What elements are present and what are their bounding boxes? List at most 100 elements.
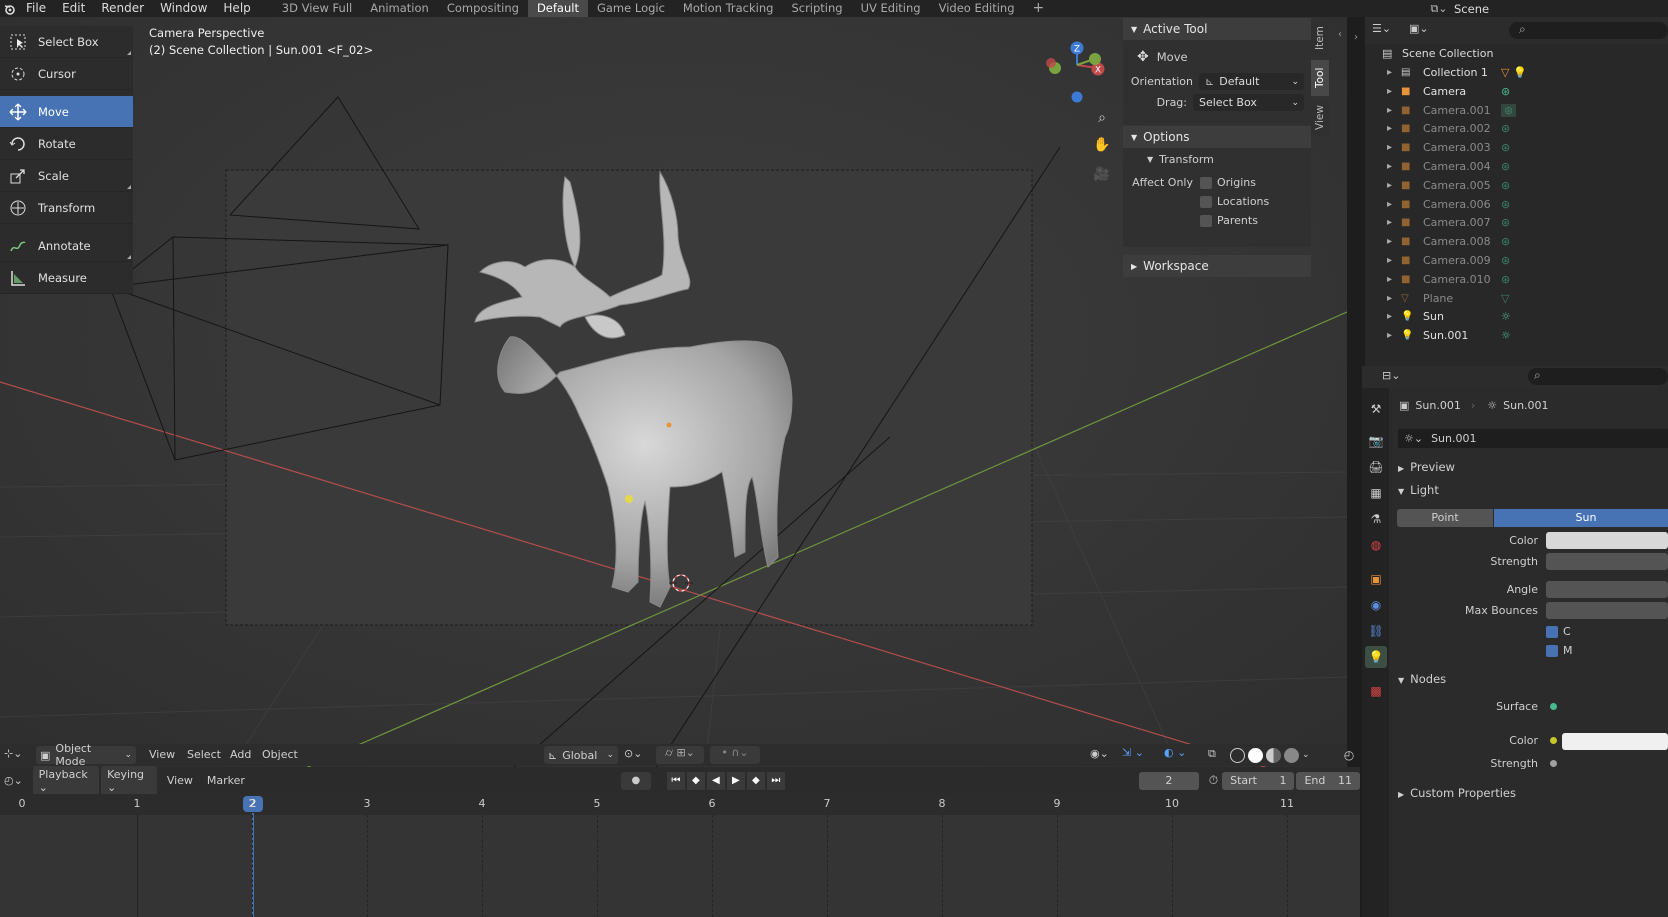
outliner-editor-type-icon[interactable]: ☰⌄ (1372, 22, 1391, 35)
expand-arrow-icon[interactable]: › (1350, 30, 1362, 44)
chevron-down-icon[interactable]: ⌄ (1302, 750, 1310, 760)
orientation-dropdown[interactable]: ⊾ Default ⌄ (1199, 73, 1304, 90)
expand-arrow-icon[interactable]: ▸ (1387, 67, 1401, 78)
custom-properties-panel-header[interactable]: ▶ Custom Properties (1398, 786, 1516, 800)
outliner-row[interactable]: ▸ 💡 Sun ☼ (1365, 307, 1668, 326)
tool-annotate[interactable]: Annotate (0, 230, 133, 262)
light-color-field[interactable] (1546, 532, 1668, 549)
tab-3d-view-full[interactable]: 3D View Full (273, 0, 361, 17)
expand-arrow-icon[interactable]: ▸ (1387, 217, 1401, 228)
strength-socket-icon[interactable] (1550, 760, 1557, 767)
view-layer-tab-icon[interactable]: ▦ (1365, 482, 1387, 504)
properties-editor-type-icon[interactable]: ⊟⌄ (1382, 369, 1400, 382)
tool-scale[interactable]: Scale (0, 160, 133, 192)
record-button[interactable]: ● (620, 771, 651, 790)
menu-object[interactable]: Object (262, 748, 298, 761)
tool-move[interactable]: Move (0, 96, 133, 128)
overlay-toggle-button[interactable]: ◐ ⌄ (1164, 746, 1202, 764)
timeline-view-menu[interactable]: View (167, 774, 193, 787)
expand-arrow-icon[interactable]: ▸ (1387, 255, 1401, 266)
tab-game-logic[interactable]: Game Logic (588, 0, 674, 17)
scene-tab-icon[interactable]: ⚗ (1365, 508, 1387, 530)
end-frame-field[interactable]: End 11 (1296, 771, 1361, 790)
pivot-point-button[interactable]: ⊙⌄ (624, 747, 652, 763)
display-mode-icon[interactable]: ▣⌄ (1409, 22, 1429, 35)
tab-motion-tracking[interactable]: Motion Tracking (674, 0, 783, 17)
tab-scripting[interactable]: Scripting (782, 0, 851, 17)
tool-measure[interactable]: Measure (0, 262, 133, 294)
light-angle-field[interactable] (1546, 581, 1668, 598)
outliner-row[interactable]: ▸ ■ Camera ⊛ (1365, 82, 1668, 101)
object-tab-icon[interactable]: ▣ (1365, 568, 1387, 590)
expand-arrow-icon[interactable]: ▸ (1387, 330, 1401, 341)
outliner-row[interactable]: ▸ ■ Camera.001 ⊛ (1365, 101, 1668, 120)
expand-arrow-icon[interactable]: ▸ (1387, 293, 1401, 304)
collapse-arrow-icon[interactable]: ‹ (1333, 27, 1347, 41)
jump-keyframe-back-icon[interactable]: ◆ (686, 771, 705, 790)
tab-item[interactable]: Item (1311, 20, 1329, 56)
expand-arrow-icon[interactable]: ▸ (1387, 161, 1401, 172)
outliner-row[interactable]: ▸ ■ Camera.010 ⊛ (1365, 270, 1668, 289)
active-tool-header[interactable]: ▼ Active Tool (1123, 18, 1311, 40)
locations-checkbox[interactable] (1200, 195, 1212, 208)
visibility-dropdown[interactable]: ◉⌄ (1090, 747, 1118, 763)
wireframe-shading-icon[interactable] (1230, 747, 1245, 763)
outliner-row[interactable]: ▸ ■ Camera.007 ⊛ (1365, 213, 1668, 232)
outliner-row[interactable]: ▸ ■ Camera.003 ⊛ (1365, 138, 1668, 157)
light-datablock-field[interactable]: ☼⌄ Sun.001 (1398, 429, 1668, 448)
editor-type-button[interactable]: ⊹⌄ (4, 747, 30, 763)
menu-edit[interactable]: Edit (54, 0, 93, 17)
outliner-row[interactable]: ▸ ▽ Plane ▽ (1365, 289, 1668, 308)
outliner-row[interactable]: ▸ ■ Camera.008 ⊛ (1365, 232, 1668, 251)
outliner-row[interactable]: ▸ ■ Camera.004 ⊛ (1365, 157, 1668, 176)
menu-add[interactable]: Add (230, 748, 251, 761)
expand-arrow-icon[interactable]: ▸ (1387, 123, 1401, 134)
preview-panel-header[interactable]: ▶ Preview (1398, 460, 1455, 474)
expand-arrow-icon[interactable]: ▸ (1387, 236, 1401, 247)
physics-tab-icon[interactable]: ◉ (1365, 594, 1387, 616)
blender-logo-icon[interactable] (2, 0, 18, 17)
light-type-sun-button[interactable]: Sun (1494, 509, 1668, 527)
outliner-row[interactable]: ▸ ■ Camera.005 ⊛ (1365, 176, 1668, 195)
light-panel-header[interactable]: ▼ Light (1398, 483, 1439, 497)
play-reverse-icon[interactable]: ◀ (706, 771, 725, 790)
expand-arrow-icon[interactable]: ▸ (1387, 105, 1401, 116)
menu-window[interactable]: Window (152, 0, 215, 17)
gizmo-toggle-button[interactable]: ⇲ ⌄ (1122, 746, 1160, 764)
nodes-panel-header[interactable]: ▼ Nodes (1398, 672, 1446, 686)
start-frame-field[interactable]: Start 1 (1222, 771, 1295, 790)
light-strength-field[interactable] (1546, 553, 1668, 570)
marker-menu[interactable]: Marker (207, 774, 245, 787)
outliner-row[interactable]: ▸ ■ Camera.006 ⊛ (1365, 195, 1668, 214)
expand-arrow-icon[interactable]: ▸ (1387, 199, 1401, 210)
stopwatch-icon[interactable]: ⏱ (1209, 773, 1218, 788)
solid-shading-icon[interactable] (1248, 747, 1263, 763)
transform-subheader[interactable]: ▼ Transform (1123, 148, 1311, 171)
zoom-icon[interactable]: ⌕ (1092, 108, 1112, 128)
jump-keyframe-forward-icon[interactable]: ◆ (746, 771, 765, 790)
multiple-importance-checkbox[interactable]: M (1546, 644, 1573, 657)
current-frame-field[interactable]: 2 (1138, 771, 1199, 790)
surface-socket-icon[interactable] (1550, 703, 1557, 710)
output-tab-icon[interactable]: 🖨 (1365, 456, 1387, 478)
outliner-search-field[interactable]: ⌕ (1509, 22, 1668, 39)
tool-select-box[interactable]: Select Box (0, 26, 133, 58)
node-color-field[interactable] (1562, 733, 1668, 750)
clock-icon[interactable]: ◴ (1340, 746, 1358, 764)
expand-arrow-icon[interactable]: ▸ (1387, 180, 1401, 191)
timeline-track-area[interactable] (0, 815, 1360, 917)
menu-file[interactable]: File (18, 0, 54, 17)
jump-end-icon[interactable]: ⏭ (766, 771, 785, 790)
outliner-row[interactable]: ▸ ■ Camera.002 ⊛ (1365, 119, 1668, 138)
pan-hand-icon[interactable]: ✋ (1092, 135, 1112, 155)
properties-search-field[interactable]: ⌕ (1528, 368, 1668, 385)
object-mode-dropdown[interactable]: ▣ Object Mode ⌄ (36, 742, 136, 768)
menu-select[interactable]: Select (187, 748, 221, 761)
play-icon[interactable]: ▶ (726, 771, 745, 790)
outliner-row[interactable]: ▸ ■ Camera.009 ⊛ (1365, 251, 1668, 270)
xray-toggle-button[interactable]: ⧉ (1208, 747, 1226, 763)
constraints-tab-icon[interactable]: ⛓ (1365, 620, 1387, 642)
snap-toggle-button[interactable]: ⌭ ⊞⌄ (656, 746, 704, 764)
tab-uv-editing[interactable]: UV Editing (852, 0, 930, 17)
timeline-editor-type-button[interactable]: ◴⌄ (4, 774, 29, 787)
